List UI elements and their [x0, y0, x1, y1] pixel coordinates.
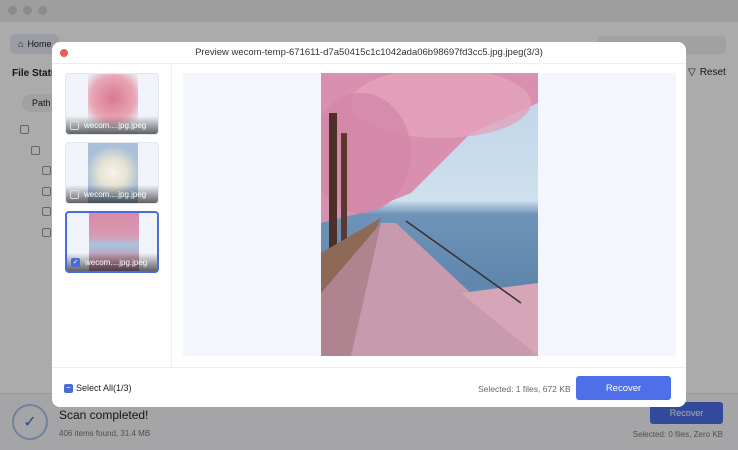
thumbnail-checkbox-checked[interactable]: ✓: [71, 257, 80, 267]
dialog-titlebar: Preview wecom-temp-671611-d7a50415c1c104…: [52, 42, 686, 64]
thumbnail-name: wecom....jpg.jpeg: [85, 257, 148, 267]
thumbnail-name: wecom....jpg.jpeg: [84, 189, 147, 199]
dialog-footer: − Select All(1/3) Selected: 1 files, 672 …: [52, 367, 686, 407]
thumbnail-checkbox[interactable]: [70, 120, 79, 130]
selected-summary: Selected: 1 files, 672 KB: [478, 384, 571, 394]
recover-button[interactable]: Recover: [576, 376, 671, 400]
preview-area: [183, 73, 676, 356]
close-dialog-button[interactable]: [60, 49, 68, 57]
thumbnail-item-selected[interactable]: ✓ wecom....jpg.jpeg: [65, 211, 159, 273]
thumbnail-item[interactable]: wecom....jpg.jpeg: [65, 73, 159, 135]
select-all-label: Select All(1/3): [76, 383, 132, 393]
thumbnail-name: wecom....jpg.jpeg: [84, 120, 147, 130]
thumbnail-list[interactable]: wecom....jpg.jpeg wecom....jpg.jpeg ✓ wec…: [52, 64, 172, 367]
preview-dialog: Preview wecom-temp-671611-d7a50415c1c104…: [52, 42, 686, 407]
dialog-title: Preview wecom-temp-671611-d7a50415c1c104…: [195, 47, 543, 58]
thumbnail-item[interactable]: wecom....jpg.jpeg: [65, 142, 159, 204]
thumbnail-checkbox[interactable]: [70, 189, 79, 199]
cherry-blossom-photo: [321, 73, 538, 356]
partial-check-icon: −: [64, 383, 73, 393]
preview-image: [321, 73, 538, 356]
select-all-checkbox[interactable]: − Select All(1/3): [64, 383, 132, 393]
